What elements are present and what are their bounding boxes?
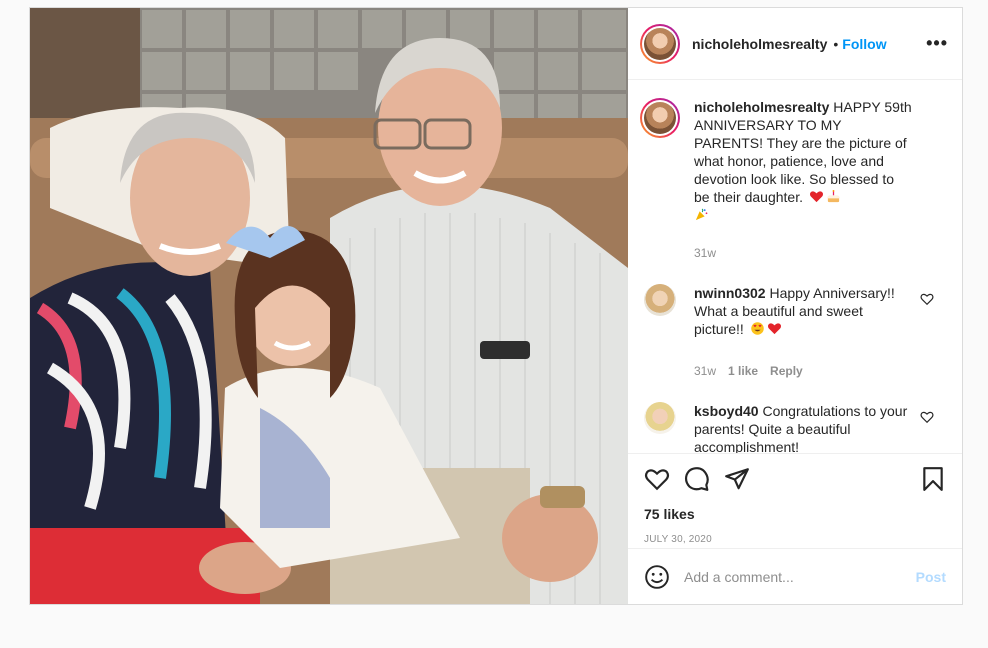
comment-likes[interactable]: 1 like <box>728 362 758 380</box>
caption-time[interactable]: 31w <box>694 244 716 262</box>
post-actions: 75 likes JULY 30, 2020 <box>628 453 962 548</box>
emoji-picker-icon[interactable] <box>644 564 670 590</box>
action-icons <box>644 464 946 494</box>
comment-input[interactable] <box>684 568 916 585</box>
comment-username[interactable]: ksboyd40 <box>694 403 759 419</box>
comment-meta: 31w 1 like Reply <box>694 362 912 380</box>
family-photo-illustration <box>30 8 628 604</box>
heart-eyes-emoji <box>750 322 764 335</box>
share-icon[interactable] <box>724 466 750 492</box>
more-options-icon[interactable]: ••• <box>926 33 948 54</box>
caption-author-avatar[interactable] <box>640 98 680 138</box>
comment-time[interactable]: 31w <box>694 362 716 380</box>
header-separator: • <box>833 35 839 52</box>
caption: nicholeholmesrealty HAPPY 59th ANNIVERSA… <box>640 98 950 262</box>
comments-list[interactable]: nicholeholmesrealty HAPPY 59th ANNIVERSA… <box>628 80 962 453</box>
follow-button[interactable]: Follow <box>842 36 886 52</box>
comment-icon[interactable] <box>684 466 710 492</box>
post-photo[interactable] <box>30 8 628 604</box>
reply-button[interactable]: Reply <box>770 362 803 380</box>
author-avatar[interactable] <box>640 23 680 64</box>
caption-meta: 31w <box>694 244 912 262</box>
cake-emoji <box>827 189 839 203</box>
comment-item: nwinn0302 Happy Anniversary!! What a bea… <box>640 284 950 380</box>
likes-count[interactable]: 75 likes <box>644 506 946 522</box>
post-comment-button[interactable]: Post <box>916 569 946 585</box>
like-icon[interactable] <box>644 466 670 492</box>
author-username[interactable]: nicholeholmesrealty <box>692 36 827 52</box>
commenter-avatar[interactable] <box>644 284 676 316</box>
add-comment-bar: Post <box>628 548 962 604</box>
comment-username[interactable]: nwinn0302 <box>694 285 766 301</box>
post-header: nicholeholmesrealty • Follow ••• <box>628 8 962 80</box>
comment-item: ksboyd40 Congratulations to your parents… <box>640 402 950 453</box>
like-comment-icon[interactable] <box>920 410 934 424</box>
heart-emoji <box>767 323 781 335</box>
instagram-post: nicholeholmesrealty • Follow ••• nichole… <box>29 7 963 605</box>
post-side-panel: nicholeholmesrealty • Follow ••• nichole… <box>628 8 962 604</box>
party-popper-emoji <box>695 208 708 221</box>
commenter-avatar[interactable] <box>644 402 676 434</box>
heart-emoji <box>809 191 823 203</box>
caption-username[interactable]: nicholeholmesrealty <box>694 99 829 115</box>
post-date[interactable]: JULY 30, 2020 <box>644 534 946 545</box>
like-comment-icon[interactable] <box>920 292 934 306</box>
bookmark-icon[interactable] <box>920 466 946 492</box>
